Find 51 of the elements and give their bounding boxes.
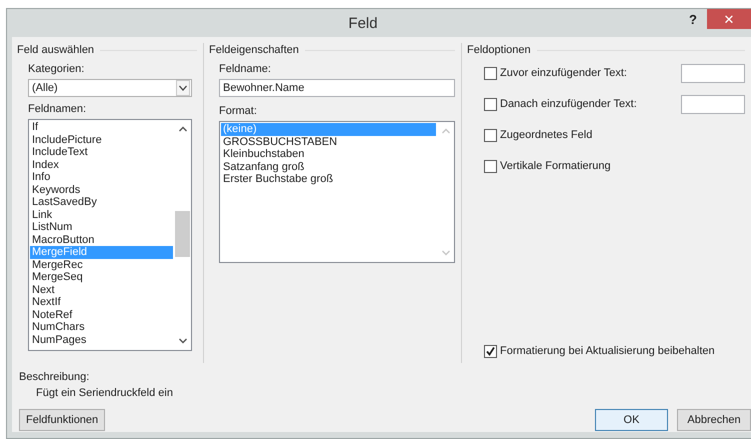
list-item[interactable]: Next xyxy=(30,284,173,296)
group-title: Feldoptionen xyxy=(467,44,531,56)
list-item[interactable]: Index xyxy=(30,158,173,171)
description-text: Fügt ein Seriendruckfeld ein xyxy=(35,387,174,399)
list-item[interactable]: MacroButton xyxy=(30,234,173,246)
close-button[interactable]: ✕ xyxy=(707,9,751,29)
category-dropdown[interactable]: (Alle) xyxy=(28,79,192,97)
text-input[interactable] xyxy=(681,64,745,82)
checkbox[interactable] xyxy=(484,344,497,358)
ok-button[interactable]: OK xyxy=(595,409,668,431)
list-item[interactable]: Link xyxy=(30,208,173,221)
checkbox-label: Danach einzufügender Text: xyxy=(500,98,638,110)
list-item[interactable]: GROSSBUCHSTABEN xyxy=(221,136,436,148)
list-item[interactable]: ListNum xyxy=(30,221,173,234)
list-item[interactable]: Keywords xyxy=(30,184,173,196)
field-label: Feldname: xyxy=(219,63,272,76)
checkbox-label: Zuvor einzufügender Text: xyxy=(500,67,628,79)
description-label: Beschreibung: xyxy=(19,371,90,383)
checkbox-label: Formatierung bei Aktualisierung beibehalten xyxy=(500,345,716,357)
checkbox[interactable] xyxy=(484,128,497,142)
group-title: Feldeigenschaften xyxy=(209,44,299,56)
list-item[interactable]: NoteRef xyxy=(30,308,173,321)
field-label: Feldnamen: xyxy=(28,103,88,116)
group-title: Feld auswählen xyxy=(17,44,94,56)
scrollbar-thumb[interactable] xyxy=(175,211,190,257)
field-label: Kategorien: xyxy=(28,63,86,76)
cancel-button[interactable]: Abbrechen xyxy=(677,409,751,431)
list-item[interactable]: IncludeText xyxy=(30,146,173,158)
list-item[interactable]: If xyxy=(30,121,173,134)
list-item[interactable]: MergeSeq xyxy=(30,271,173,284)
checkbox[interactable] xyxy=(484,98,497,110)
list-item[interactable]: LastSavedBy xyxy=(30,196,173,208)
field-codes-button[interactable]: Feldfunktionen xyxy=(19,409,106,431)
list-item[interactable]: Erster Buchstabe groß xyxy=(221,173,436,186)
checkbox-label: Zugeordnetes Feld xyxy=(500,129,594,141)
help-button[interactable]: ? xyxy=(679,10,707,28)
list-item[interactable]: NextIf xyxy=(30,296,173,308)
list-item[interactable]: IncludePicture xyxy=(30,134,173,146)
field-name-input[interactable]: Bewohner.Name xyxy=(219,79,455,97)
list-item[interactable]: NumPages xyxy=(30,334,173,346)
list-item[interactable]: MergeRec xyxy=(30,258,173,271)
checkbox[interactable] xyxy=(484,66,497,80)
checkbox-label: Vertikale Formatierung xyxy=(500,160,612,172)
list-item[interactable]: Kleinbuchstaben xyxy=(221,148,436,160)
list-item[interactable]: Info xyxy=(30,171,173,184)
field-label: Format: xyxy=(219,105,258,118)
window-title: Feld xyxy=(347,14,379,32)
text-input[interactable] xyxy=(681,94,745,114)
list-item[interactable]: NumChars xyxy=(30,321,173,334)
checkbox[interactable] xyxy=(484,160,497,172)
list-item[interactable]: Satzanfang groß xyxy=(221,160,436,173)
